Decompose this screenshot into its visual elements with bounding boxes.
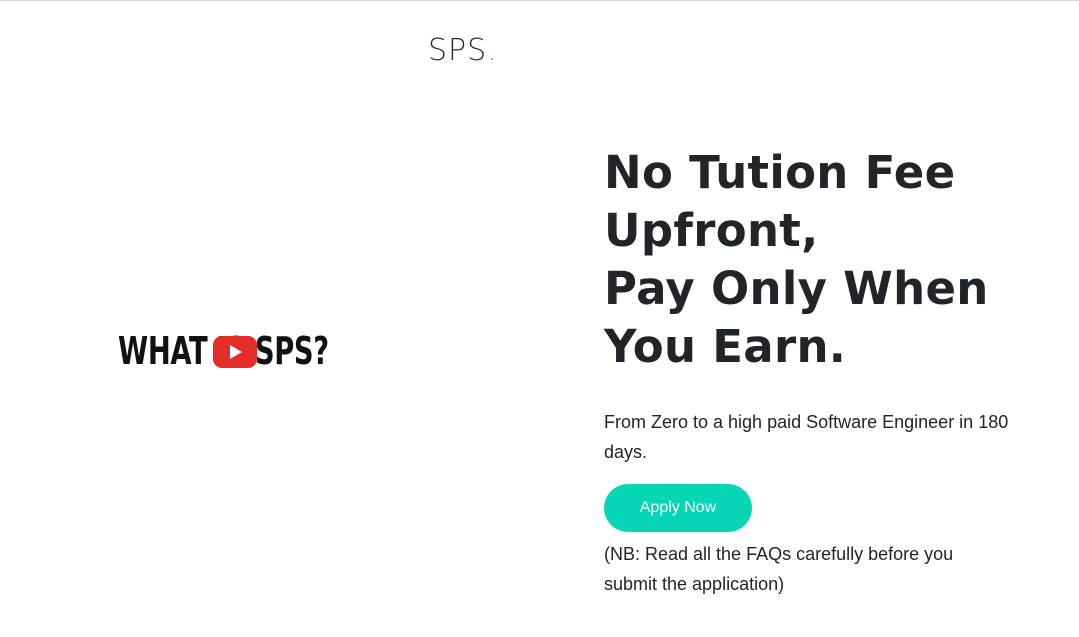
logo-text: SPS	[428, 33, 488, 68]
apply-now-button[interactable]: Apply Now	[604, 484, 752, 532]
hero-title-line: Upfront,	[604, 204, 819, 257]
video-thumbnail[interactable]: WHAT IS SPS?	[118, 319, 350, 381]
hero-title-line: Pay Only When	[604, 262, 989, 315]
hero-title-line: No Tution Fee	[604, 146, 956, 199]
youtube-play-icon[interactable]	[213, 336, 257, 368]
hero-subtitle: From Zero to a high paid Software Engine…	[604, 412, 1009, 462]
hero-title: No Tution Fee Upfront, Pay Only When You…	[604, 144, 1044, 376]
site-logo[interactable]: SPS.	[428, 31, 498, 71]
logo-dot: .	[487, 33, 498, 68]
landing-page: SPS. WHAT IS SPS? No Tution Fee Upfront,…	[0, 0, 1079, 637]
hero-title-line: You Earn.	[604, 320, 847, 373]
application-note: (NB: Read all the FAQs carefully before …	[604, 544, 954, 594]
